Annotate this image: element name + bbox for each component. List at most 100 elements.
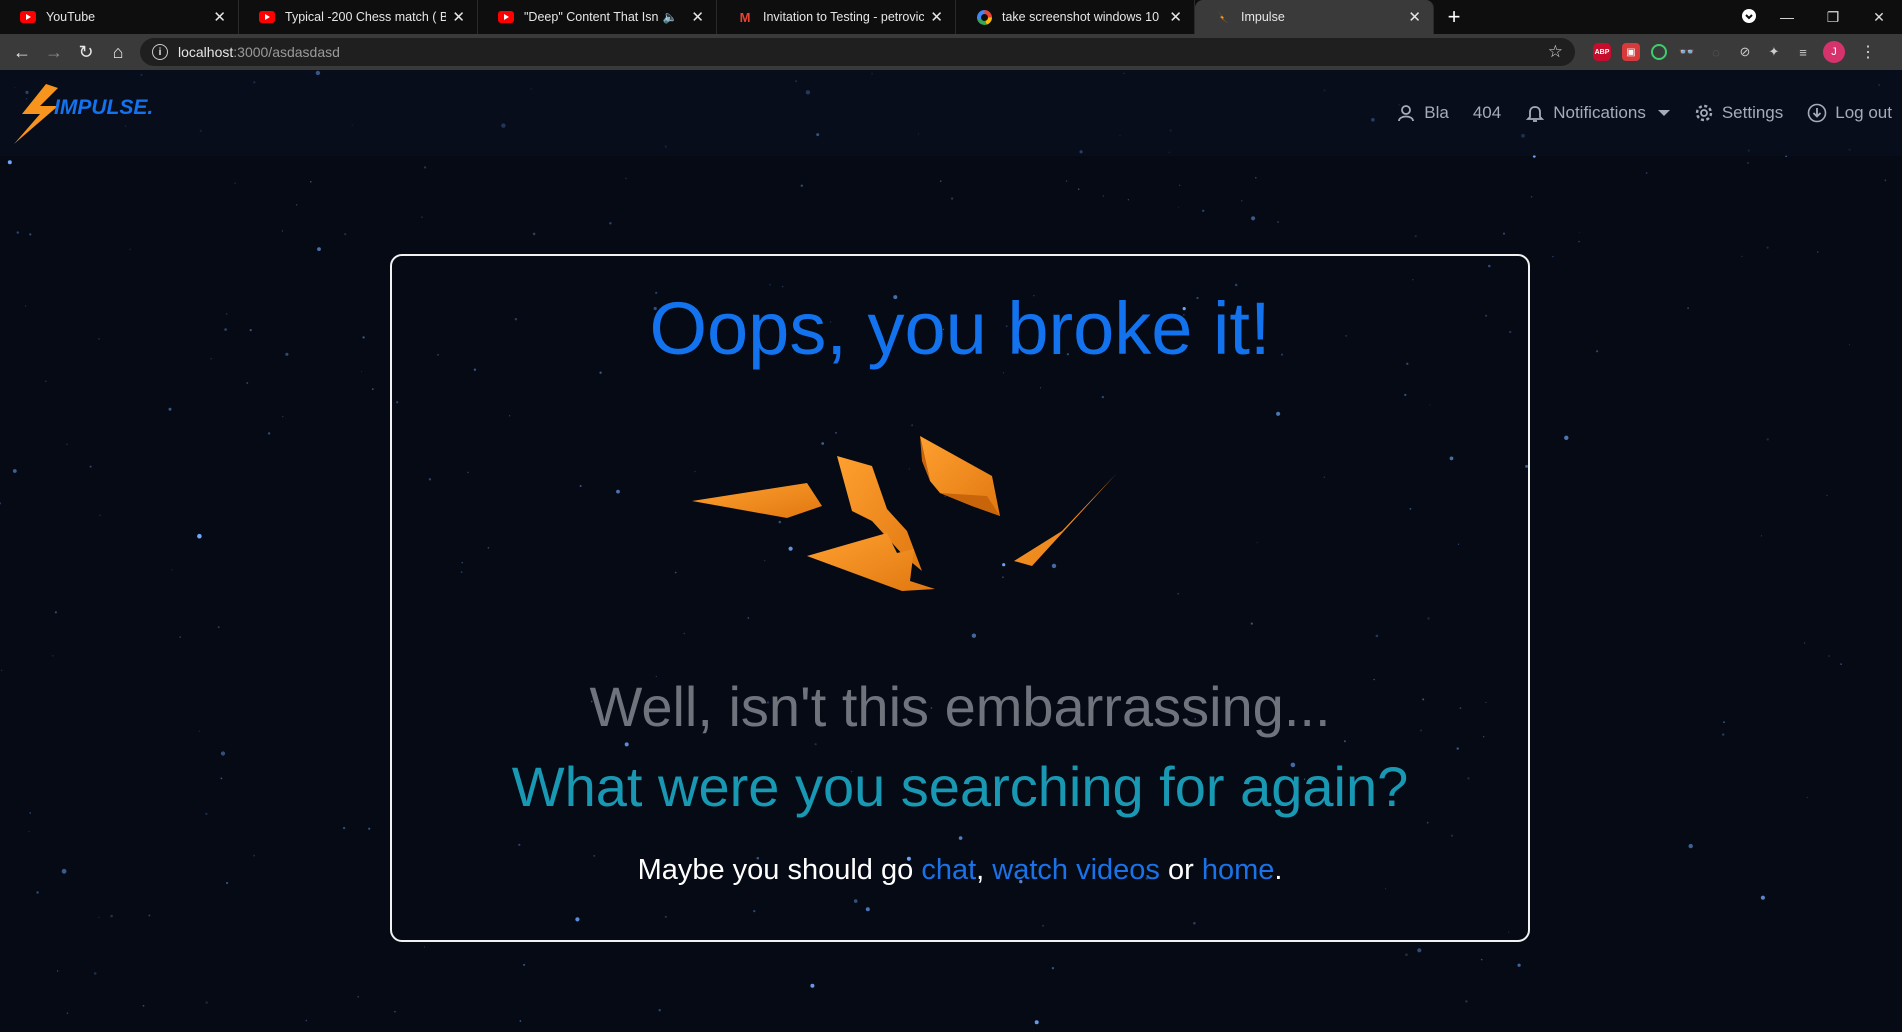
tab-deep-content[interactable]: "Deep" Content That Isn't De 🔈 ✕ — [478, 0, 717, 34]
tab-gmail[interactable]: M Invitation to Testing - petrovic.la ✕ — [717, 0, 956, 34]
star-dot — [249, 329, 252, 332]
star-dot — [28, 831, 30, 832]
error-title: Oops, you broke it! — [649, 287, 1271, 370]
star-dot — [1480, 958, 1483, 961]
forward-arrow-icon[interactable]: → — [38, 42, 70, 63]
star-dot — [282, 415, 284, 418]
extension-glasses-icon[interactable]: 👓 — [1678, 43, 1696, 61]
bookmark-star-icon[interactable]: ☆ — [1548, 42, 1563, 62]
tab-title: Impulse — [1241, 10, 1285, 24]
logout-link[interactable]: Log out — [1807, 103, 1892, 123]
close-icon[interactable]: ✕ — [213, 8, 226, 26]
star-dot — [29, 233, 32, 236]
site-info-icon[interactable]: i — [152, 44, 168, 60]
user-profile-link[interactable]: Bla — [1396, 103, 1449, 123]
star-dot — [1465, 1000, 1468, 1003]
star-dot — [810, 983, 815, 988]
star-dot — [56, 970, 59, 972]
tab-impulse[interactable]: Impulse ✕ — [1195, 0, 1434, 34]
error-card: Oops, you broke it! Well, isn't this emb… — [390, 254, 1530, 942]
star-dot — [1806, 796, 1808, 799]
speaker-icon[interactable]: 🔈 — [662, 10, 677, 24]
tab-title: Typical -200 Chess match ( Baka — [285, 10, 447, 24]
star-dot — [1414, 235, 1417, 238]
tab-chess-video[interactable]: Typical -200 Chess match ( Baka ✕ — [239, 0, 478, 34]
star-dot — [1077, 188, 1080, 190]
star-dot — [1127, 199, 1130, 201]
address-bar[interactable]: i localhost:3000/asdasdasd ☆ — [140, 38, 1575, 66]
close-icon[interactable]: ✕ — [1408, 8, 1421, 26]
star-dot — [98, 916, 100, 919]
user-icon — [1398, 105, 1415, 122]
star-dot — [205, 812, 208, 816]
profile-avatar[interactable]: J — [1823, 41, 1845, 63]
star-dot — [1687, 307, 1689, 309]
star-dot — [1760, 535, 1762, 537]
star-dot — [1241, 200, 1243, 202]
error-question: What were you searching for again? — [511, 755, 1409, 818]
new-tab-button[interactable]: + — [1434, 0, 1474, 34]
code-label: 404 — [1472, 103, 1502, 122]
star-dot — [1405, 953, 1408, 956]
extension-green-icon[interactable] — [1651, 44, 1667, 60]
impulse-logo[interactable]: IMPULSE. — [14, 84, 184, 144]
star-dot — [220, 751, 226, 756]
star-dot — [658, 1009, 661, 1012]
extension-red-icon[interactable]: ▣ — [1622, 43, 1640, 61]
chat-link[interactable]: chat — [921, 854, 976, 886]
star-dot — [1202, 209, 1205, 212]
extension-compass-icon[interactable]: ⊘ — [1736, 43, 1754, 61]
star-dot — [179, 636, 181, 638]
star-dot — [148, 914, 151, 917]
close-icon[interactable]: ✕ — [691, 8, 704, 26]
star-dot — [285, 352, 289, 356]
more-menu-icon[interactable]: ⋮ — [1860, 42, 1876, 62]
restore-icon[interactable]: ❐ — [1810, 9, 1856, 26]
youtube-icon — [20, 9, 36, 25]
youtube-icon — [259, 9, 275, 25]
tab-youtube[interactable]: YouTube ✕ — [0, 0, 239, 34]
error-suggestion: Maybe you should go chat, watch videos o… — [392, 854, 1528, 887]
minimize-icon[interactable]: — — [1764, 9, 1810, 25]
star-dot — [1722, 733, 1725, 736]
settings-link[interactable]: Settings — [1694, 103, 1783, 123]
notifications-dropdown[interactable]: Notifications — [1525, 103, 1670, 123]
tab-title: Invitation to Testing - petrovic.la — [763, 10, 925, 24]
star-dot — [1, 669, 3, 671]
tab-google-search[interactable]: take screenshot windows 10 - Go ✕ — [956, 0, 1195, 34]
star-dot — [1741, 255, 1743, 258]
star-dot — [1760, 895, 1765, 900]
star-dot — [1848, 344, 1851, 346]
comma-text: , — [976, 854, 993, 886]
close-icon[interactable]: ✕ — [930, 8, 943, 26]
close-icon[interactable]: ✕ — [452, 8, 465, 26]
star-dot — [226, 881, 229, 885]
star-dot — [66, 1012, 69, 1015]
reading-list-icon[interactable]: ≡ — [1794, 43, 1812, 61]
watch-videos-link[interactable]: watch videos — [992, 854, 1160, 886]
back-arrow-icon[interactable]: ← — [6, 42, 38, 63]
reload-icon[interactable]: ↻ — [70, 42, 102, 63]
star-dot — [168, 407, 172, 411]
star-dot — [939, 180, 942, 183]
extensions-area: ABP ▣ 👓 ◌ ⊘ ✦ ≡ J ⋮ — [1593, 41, 1876, 63]
star-dot — [99, 514, 101, 516]
extensions-puzzle-icon[interactable]: ✦ — [1765, 43, 1783, 61]
close-icon[interactable]: ✕ — [1169, 8, 1182, 26]
adblock-plus-icon[interactable]: ABP — [1593, 43, 1611, 61]
tab-search-icon[interactable] — [1734, 8, 1764, 26]
close-window-icon[interactable]: ✕ — [1856, 9, 1902, 26]
star-dot — [357, 996, 359, 998]
brand-text: IMPULSE. — [54, 96, 153, 119]
star-dot — [1828, 655, 1830, 657]
home-icon[interactable]: ⌂ — [102, 42, 134, 63]
star-dot — [1034, 1020, 1039, 1025]
code-link[interactable]: 404 — [1473, 103, 1501, 123]
star-dot — [198, 730, 200, 732]
extension-dim-icon[interactable]: ◌ — [1707, 43, 1725, 61]
gear-icon — [1695, 104, 1713, 122]
home-link[interactable]: home — [1202, 854, 1275, 886]
star-dot — [1826, 494, 1828, 496]
youtube-icon — [498, 9, 514, 25]
star-dot — [1804, 642, 1806, 644]
